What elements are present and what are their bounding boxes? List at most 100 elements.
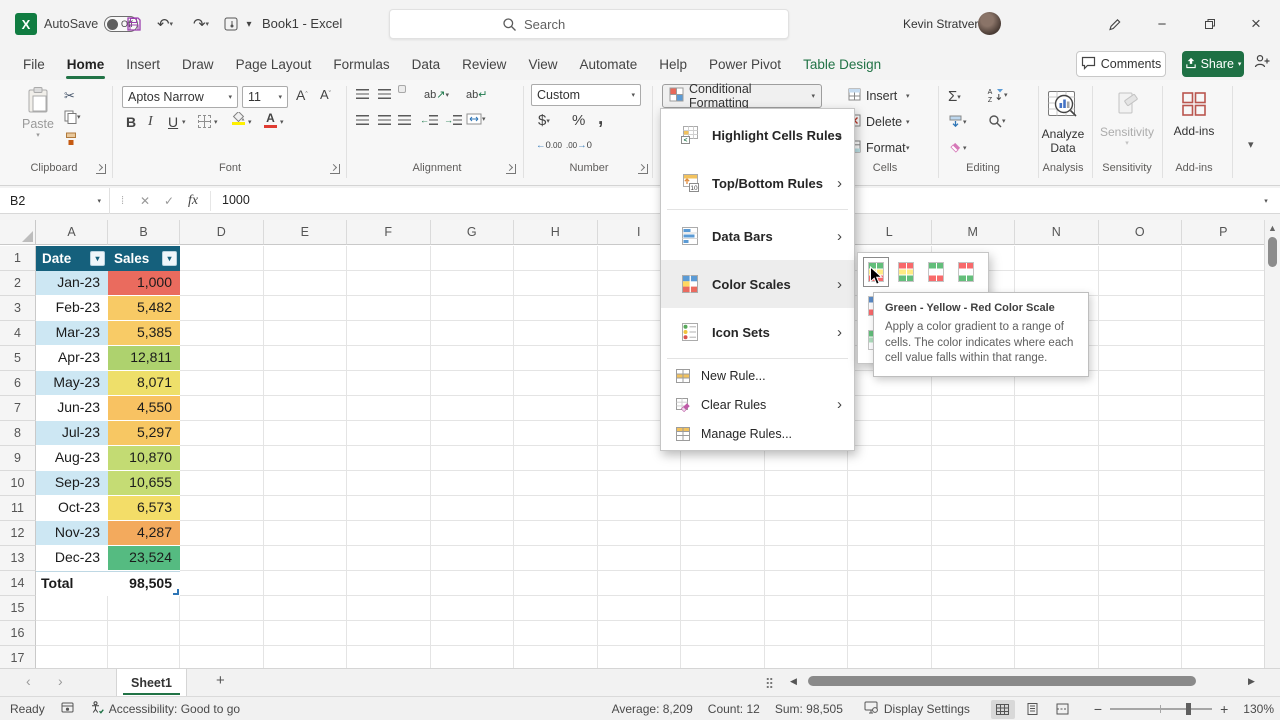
font-name-select[interactable]: Aptos Narrow ▾: [122, 86, 238, 108]
cell-a3[interactable]: Feb-23: [36, 296, 108, 321]
font-dialog-launcher-icon[interactable]: [330, 164, 340, 174]
cell-b14[interactable]: 98,505: [108, 571, 180, 596]
color-scale-option-red-yellow-green[interactable]: [893, 257, 919, 287]
horizontal-scroll-thumb[interactable]: [808, 676, 1196, 686]
font-color-icon[interactable]: A: [264, 111, 277, 128]
cell-b10[interactable]: 10,655: [108, 471, 180, 496]
confirm-entry-icon[interactable]: ✓: [158, 188, 180, 214]
tab-file[interactable]: File: [12, 48, 56, 80]
tab-page-layout[interactable]: Page Layout: [225, 48, 323, 80]
scroll-up-icon[interactable]: ▲: [1265, 223, 1280, 233]
color-scale-option-red-white-green[interactable]: [953, 257, 979, 287]
delete-cells-button[interactable]: Delete: [848, 114, 902, 130]
color-scale-option-green-white-red[interactable]: [923, 257, 949, 287]
format-cells-button[interactable]: Format: [848, 140, 906, 156]
accounting-format-button[interactable]: $ ▾: [538, 112, 550, 129]
column-header-h[interactable]: H: [514, 220, 598, 245]
number-dialog-launcher-icon[interactable]: [638, 164, 648, 174]
zoom-in-button[interactable]: +: [1220, 701, 1228, 717]
insert-cells-button[interactable]: Insert: [848, 88, 897, 104]
top-align-button[interactable]: [356, 89, 369, 99]
vertical-scrollbar[interactable]: ▲: [1264, 220, 1280, 668]
column-header-g[interactable]: G: [430, 220, 514, 245]
cell-b2[interactable]: 1,000: [108, 271, 180, 296]
sort-filter-button[interactable]: AZ ▾: [986, 86, 1008, 103]
merge-center-button[interactable]: ▾: [466, 113, 486, 125]
format-painter-icon[interactable]: [64, 132, 78, 146]
tab-automate[interactable]: Automate: [568, 48, 648, 80]
row-header-15[interactable]: 15: [0, 596, 36, 621]
table-resize-handle[interactable]: [173, 589, 179, 595]
display-settings-button[interactable]: Display Settings: [864, 701, 970, 717]
prev-sheet-icon[interactable]: ‹: [26, 673, 31, 689]
row-header-13[interactable]: 13: [0, 546, 36, 571]
undo-button[interactable]: ↶ ▾: [148, 10, 182, 38]
column-header-a[interactable]: A: [36, 220, 108, 245]
normal-view-button[interactable]: [990, 699, 1015, 719]
cut-icon[interactable]: ✂: [64, 88, 75, 104]
drag-handle-icon[interactable]: ⁞: [112, 188, 134, 214]
new-sheet-button[interactable]: +: [216, 672, 225, 689]
cell-b3[interactable]: 5,482: [108, 296, 180, 321]
row-header-2[interactable]: 2: [0, 271, 36, 296]
tab-table-design[interactable]: Table Design: [792, 48, 892, 80]
cell-a11[interactable]: Oct-23: [36, 496, 108, 521]
tab-draw[interactable]: Draw: [171, 48, 225, 80]
column-header-e[interactable]: E: [263, 220, 347, 245]
clear-button[interactable]: ▾: [948, 140, 967, 155]
scroll-right-icon[interactable]: ▶: [1248, 676, 1255, 687]
column-header-b[interactable]: B: [108, 220, 180, 245]
cell-a7[interactable]: Jun-23: [36, 396, 108, 421]
format-chevron-icon[interactable]: ▾: [906, 144, 910, 152]
search-input[interactable]: Search: [389, 9, 789, 39]
expand-formula-bar-chevron-icon[interactable]: ▾: [1255, 188, 1277, 214]
align-left-button[interactable]: [356, 115, 369, 125]
chevron-down-icon[interactable]: ▾: [97, 197, 101, 205]
macro-record-icon[interactable]: [61, 702, 74, 716]
zoom-slider[interactable]: [1110, 703, 1213, 715]
decrease-font-size-button[interactable]: Aˇ: [320, 87, 331, 102]
row-header-12[interactable]: 12: [0, 521, 36, 546]
row-header-11[interactable]: 11: [0, 496, 36, 521]
insert-function-icon[interactable]: fx: [182, 188, 204, 214]
add-ins-button[interactable]: Add-ins: [1168, 90, 1220, 139]
cell-a4[interactable]: Mar-23: [36, 321, 108, 346]
avatar[interactable]: [978, 12, 1001, 35]
cell-a5[interactable]: Apr-23: [36, 346, 108, 371]
tab-power-pivot[interactable]: Power Pivot: [698, 48, 792, 80]
restore-button[interactable]: [1196, 10, 1224, 38]
decrease-decimal-button[interactable]: .00 → 0: [566, 140, 592, 151]
cell-b13[interactable]: 23,524: [108, 546, 180, 571]
row-header-14[interactable]: 14: [0, 571, 36, 596]
decrease-indent-button[interactable]: ←: [420, 115, 438, 125]
close-button[interactable]: ×: [1242, 10, 1270, 38]
tab-insert[interactable]: Insert: [115, 48, 171, 80]
column-header-m[interactable]: M: [931, 220, 1015, 245]
collapse-ribbon-chevron-icon[interactable]: ▾: [1248, 138, 1254, 151]
cell-a9[interactable]: Aug-23: [36, 446, 108, 471]
row-header-9[interactable]: 9: [0, 446, 36, 471]
clipboard-dialog-launcher-icon[interactable]: [96, 164, 106, 174]
account-name[interactable]: Kevin Stratvert: [903, 17, 982, 31]
table-header-sales[interactable]: Sales ▾: [108, 246, 180, 271]
row-header-6[interactable]: 6: [0, 371, 36, 396]
bottom-align-button[interactable]: [398, 85, 406, 93]
paste-button[interactable]: Paste ▾: [16, 86, 60, 158]
column-header-d[interactable]: D: [180, 220, 264, 245]
zoom-level[interactable]: 130%: [1243, 702, 1274, 716]
underline-button[interactable]: U: [168, 114, 178, 130]
cell-b11[interactable]: 6,573: [108, 496, 180, 521]
touch-mouse-mode-icon[interactable]: [220, 10, 242, 38]
insert-chevron-icon[interactable]: ▾: [906, 92, 910, 100]
menu-item-highlight-cells-rules[interactable]: < Highlight Cells Rules ›: [661, 111, 854, 159]
alignment-dialog-launcher-icon[interactable]: [506, 164, 516, 174]
tab-review[interactable]: Review: [451, 48, 517, 80]
row-header-5[interactable]: 5: [0, 346, 36, 371]
menu-item-icon-sets[interactable]: Icon Sets ›: [661, 308, 854, 356]
sheet-tab-sheet1[interactable]: Sheet1: [116, 669, 187, 696]
middle-align-button[interactable]: [378, 89, 391, 99]
minimize-button[interactable]: −: [1148, 10, 1176, 38]
autosum-button[interactable]: Σ ▾: [948, 88, 961, 105]
row-header-7[interactable]: 7: [0, 396, 36, 421]
borders-chevron-icon[interactable]: ▾: [214, 118, 218, 126]
